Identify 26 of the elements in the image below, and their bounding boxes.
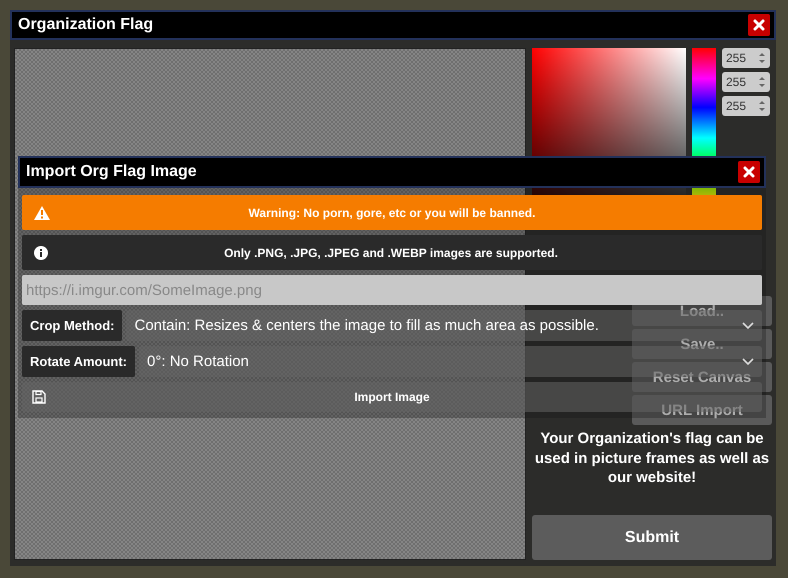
close-button[interactable] xyxy=(738,161,760,183)
side-button[interactable]: Reset Canvas xyxy=(632,362,772,392)
alert-text: Warning: No porn, gore, etc or you will be banned. xyxy=(248,206,536,220)
field-label: Crop Method: xyxy=(22,310,122,341)
close-icon xyxy=(743,166,755,178)
side-button[interactable]: Save.. xyxy=(632,329,772,359)
close-icon xyxy=(753,19,765,31)
submit-button[interactable]: Submit xyxy=(532,515,772,560)
number-field[interactable]: 255 xyxy=(722,96,770,116)
chevron-down-icon xyxy=(742,358,754,366)
save-icon xyxy=(32,390,46,404)
info-text: Your Organization's flag can be used in picture frames as well as our website! xyxy=(534,429,770,488)
stepper-icon xyxy=(758,51,766,65)
url-input-field[interactable]: https://i.imgur.com/SomeImage.png xyxy=(22,275,762,305)
number-field[interactable]: 255 xyxy=(722,48,770,68)
warning-icon xyxy=(34,206,50,220)
chevron-down-icon xyxy=(742,322,754,330)
close-button[interactable] xyxy=(748,14,770,36)
field-label: Rotate Amount: xyxy=(22,346,136,377)
window-title: Organization Flag xyxy=(18,16,154,34)
alert-text: Only .PNG, .JPG, .JPEG and .WEBP images are supported. xyxy=(223,246,559,260)
number-field[interactable]: 255 xyxy=(722,72,770,92)
stepper-icon xyxy=(758,75,766,89)
stepper-icon xyxy=(758,99,766,113)
dialog-title: Import Org Flag Image xyxy=(26,163,197,181)
info-icon xyxy=(34,246,48,260)
